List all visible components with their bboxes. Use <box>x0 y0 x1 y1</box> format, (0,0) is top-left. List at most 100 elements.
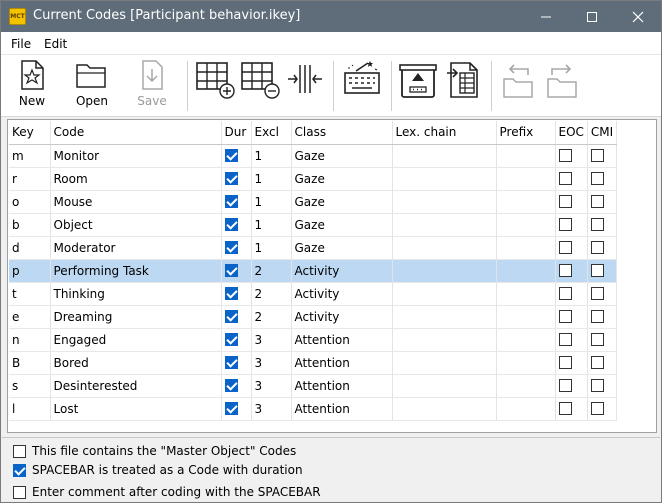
table-row[interactable]: B Bored 3 Attention <box>9 351 618 375</box>
master-object-option[interactable]: This file contains the "Master Object" C… <box>13 441 296 461</box>
excl-cell[interactable]: 1 <box>251 190 292 214</box>
prefix-cell[interactable] <box>496 144 556 168</box>
excl-cell[interactable]: 2 <box>251 259 292 283</box>
prefix-cell[interactable] <box>496 236 556 260</box>
save-button[interactable]: Save <box>133 59 171 113</box>
excl-cell[interactable]: 1 <box>251 213 292 237</box>
excl-cell[interactable]: 2 <box>251 282 292 306</box>
key-cell[interactable]: B <box>9 351 51 375</box>
table-row[interactable]: r Room 1 Gaze <box>9 167 618 191</box>
lex-chain-cell[interactable] <box>392 351 497 375</box>
undo-button[interactable] <box>499 59 537 113</box>
cmi-checkbox[interactable] <box>590 217 604 231</box>
table-row[interactable]: b Object 1 Gaze <box>9 213 618 237</box>
key-cell[interactable]: m <box>9 144 51 168</box>
class-cell[interactable]: Activity <box>291 282 393 306</box>
cmi-checkbox[interactable] <box>590 171 604 185</box>
lex-chain-cell[interactable] <box>392 213 497 237</box>
eoc-checkbox[interactable] <box>558 401 572 415</box>
table-row[interactable]: d Moderator 1 Gaze <box>9 236 618 260</box>
title-bar[interactable]: MCT Current Codes [Participant behavior.… <box>1 1 661 32</box>
table-row[interactable]: o Mouse 1 Gaze <box>9 190 618 214</box>
column-header-key[interactable]: Key <box>9 121 51 145</box>
code-cell[interactable]: Monitor <box>50 144 222 168</box>
key-cell[interactable]: p <box>9 259 51 283</box>
cmi-checkbox[interactable] <box>590 148 604 162</box>
class-cell[interactable]: Gaze <box>291 167 393 191</box>
dur-checkbox[interactable] <box>224 355 238 369</box>
cmi-checkbox[interactable] <box>590 378 604 392</box>
column-header-excl[interactable]: Excl <box>251 121 292 145</box>
master-object-checkbox[interactable] <box>13 444 26 458</box>
close-button[interactable] <box>615 1 661 32</box>
autofit-columns-button[interactable] <box>285 59 325 113</box>
key-cell[interactable]: e <box>9 305 51 329</box>
excl-cell[interactable]: 3 <box>251 351 292 375</box>
excl-cell[interactable]: 3 <box>251 374 292 398</box>
code-cell[interactable]: Thinking <box>50 282 222 306</box>
table-row[interactable]: p Performing Task 2 Activity <box>9 259 618 283</box>
column-header-dur[interactable]: Dur <box>221 121 252 145</box>
lex-chain-cell[interactable] <box>392 305 497 329</box>
class-cell[interactable]: Gaze <box>291 213 393 237</box>
lex-chain-cell[interactable] <box>392 282 497 306</box>
dur-checkbox[interactable] <box>224 378 238 392</box>
eoc-checkbox[interactable] <box>558 217 572 231</box>
key-cell[interactable]: t <box>9 282 51 306</box>
dur-checkbox[interactable] <box>224 240 238 254</box>
column-header-cmi[interactable]: CMI <box>587 121 618 145</box>
export-codes-button[interactable] <box>443 59 483 113</box>
code-cell[interactable]: Performing Task <box>50 259 222 283</box>
new-button[interactable]: New <box>13 59 51 113</box>
table-row[interactable]: e Dreaming 2 Activity <box>9 305 618 329</box>
excl-cell[interactable]: 1 <box>251 144 292 168</box>
table-row[interactable]: l Lost 3 Attention <box>9 397 618 421</box>
class-cell[interactable]: Gaze <box>291 190 393 214</box>
class-cell[interactable]: Attention <box>291 328 393 352</box>
column-header-eoc[interactable]: EOC <box>555 121 588 145</box>
eoc-checkbox[interactable] <box>558 194 572 208</box>
dur-checkbox[interactable] <box>224 309 238 323</box>
code-cell[interactable]: Mouse <box>50 190 222 214</box>
key-cell[interactable]: r <box>9 167 51 191</box>
prefix-cell[interactable] <box>496 167 556 191</box>
delete-code-button[interactable] <box>239 59 281 113</box>
eoc-checkbox[interactable] <box>558 332 572 346</box>
add-code-button[interactable] <box>194 59 236 113</box>
prefix-cell[interactable] <box>496 213 556 237</box>
class-cell[interactable]: Gaze <box>291 236 393 260</box>
prefix-cell[interactable] <box>496 190 556 214</box>
lex-chain-cell[interactable] <box>392 397 497 421</box>
cmi-checkbox[interactable] <box>590 240 604 254</box>
excl-cell[interactable]: 3 <box>251 328 292 352</box>
code-cell[interactable]: Room <box>50 167 222 191</box>
class-cell[interactable]: Attention <box>291 374 393 398</box>
minimize-button[interactable] <box>523 1 569 32</box>
class-cell[interactable]: Activity <box>291 305 393 329</box>
spacebar-duration-checkbox[interactable] <box>13 463 26 477</box>
eoc-checkbox[interactable] <box>558 148 572 162</box>
table-row[interactable]: t Thinking 2 Activity <box>9 282 618 306</box>
eoc-checkbox[interactable] <box>558 263 572 277</box>
cmi-checkbox[interactable] <box>590 332 604 346</box>
key-cell[interactable]: b <box>9 213 51 237</box>
eoc-checkbox[interactable] <box>558 240 572 254</box>
prefix-cell[interactable] <box>496 374 556 398</box>
cmi-checkbox[interactable] <box>590 286 604 300</box>
dur-checkbox[interactable] <box>224 263 238 277</box>
code-cell[interactable]: Dreaming <box>50 305 222 329</box>
eoc-checkbox[interactable] <box>558 355 572 369</box>
excl-cell[interactable]: 1 <box>251 236 292 260</box>
prefix-cell[interactable] <box>496 305 556 329</box>
keyboard-settings-button[interactable] <box>341 59 383 113</box>
menu-edit[interactable]: Edit <box>44 37 67 51</box>
code-cell[interactable]: Bored <box>50 351 222 375</box>
dur-checkbox[interactable] <box>224 332 238 346</box>
codes-grid[interactable]: Key Code Dur Excl Class Lex. chain Prefi… <box>7 119 657 433</box>
class-cell[interactable]: Attention <box>291 351 393 375</box>
dur-checkbox[interactable] <box>224 171 238 185</box>
class-cell[interactable]: Gaze <box>291 144 393 168</box>
table-row[interactable]: n Engaged 3 Attention <box>9 328 618 352</box>
dur-checkbox[interactable] <box>224 217 238 231</box>
column-header-code[interactable]: Code <box>50 121 222 145</box>
